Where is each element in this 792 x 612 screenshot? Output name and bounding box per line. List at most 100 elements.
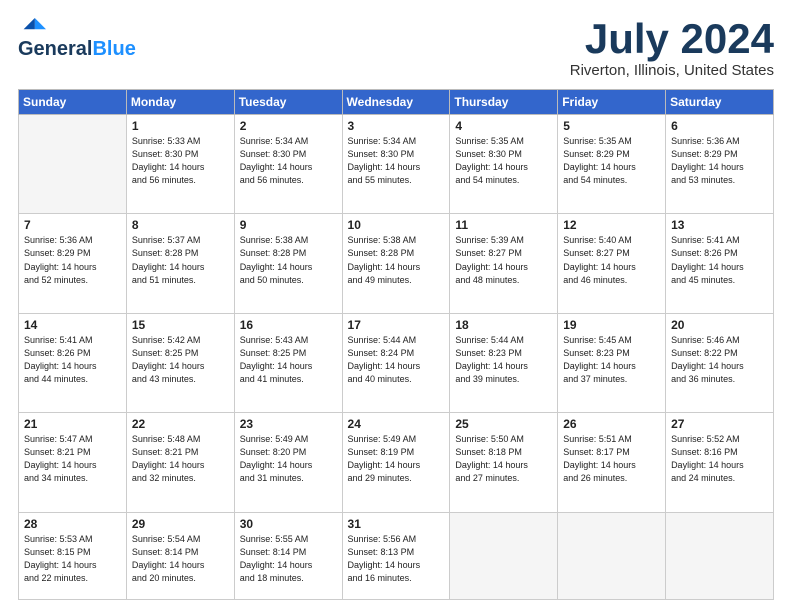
day-cell: 18 Sunrise: 5:44 AM Sunset: 8:23 PM Dayli… [450, 313, 558, 412]
day-info: Sunrise: 5:34 AM Sunset: 8:30 PM Dayligh… [348, 135, 445, 187]
day-cell [19, 115, 127, 214]
day-cell: 16 Sunrise: 5:43 AM Sunset: 8:25 PM Dayli… [234, 313, 342, 412]
day-info: Sunrise: 5:41 AM Sunset: 8:26 PM Dayligh… [24, 334, 121, 386]
day-number: 18 [455, 318, 552, 332]
day-number: 12 [563, 218, 660, 232]
day-info: Sunrise: 5:46 AM Sunset: 8:22 PM Dayligh… [671, 334, 768, 386]
day-number: 20 [671, 318, 768, 332]
week-row: 1 Sunrise: 5:33 AM Sunset: 8:30 PM Daylig… [19, 115, 774, 214]
day-number: 24 [348, 417, 445, 431]
day-header: Wednesday [342, 90, 450, 115]
day-info: Sunrise: 5:52 AM Sunset: 8:16 PM Dayligh… [671, 433, 768, 485]
day-cell: 6 Sunrise: 5:36 AM Sunset: 8:29 PM Daylig… [666, 115, 774, 214]
day-cell [450, 512, 558, 599]
day-number: 5 [563, 119, 660, 133]
day-info: Sunrise: 5:51 AM Sunset: 8:17 PM Dayligh… [563, 433, 660, 485]
day-cell: 22 Sunrise: 5:48 AM Sunset: 8:21 PM Dayli… [126, 413, 234, 512]
day-info: Sunrise: 5:34 AM Sunset: 8:30 PM Dayligh… [240, 135, 337, 187]
day-number: 30 [240, 517, 337, 531]
day-info: Sunrise: 5:43 AM Sunset: 8:25 PM Dayligh… [240, 334, 337, 386]
day-info: Sunrise: 5:56 AM Sunset: 8:13 PM Dayligh… [348, 533, 445, 585]
day-number: 15 [132, 318, 229, 332]
day-info: Sunrise: 5:35 AM Sunset: 8:30 PM Dayligh… [455, 135, 552, 187]
day-cell [666, 512, 774, 599]
day-number: 10 [348, 218, 445, 232]
day-info: Sunrise: 5:44 AM Sunset: 8:24 PM Dayligh… [348, 334, 445, 386]
day-header: Friday [558, 90, 666, 115]
day-number: 9 [240, 218, 337, 232]
week-row: 21Sunrise: 5:47 AM Sunset: 8:21 PM Dayli… [19, 413, 774, 512]
day-cell: 13 Sunrise: 5:41 AM Sunset: 8:26 PM Dayli… [666, 214, 774, 313]
day-info: Sunrise: 5:40 AM Sunset: 8:27 PM Dayligh… [563, 234, 660, 286]
day-info: Sunrise: 5:45 AM Sunset: 8:23 PM Dayligh… [563, 334, 660, 386]
day-number: 4 [455, 119, 552, 133]
day-cell: 9Sunrise: 5:38 AM Sunset: 8:28 PM Daylig… [234, 214, 342, 313]
day-info: Sunrise: 5:54 AM Sunset: 8:14 PM Dayligh… [132, 533, 229, 585]
day-info: Sunrise: 5:44 AM Sunset: 8:23 PM Dayligh… [455, 334, 552, 386]
day-header: Monday [126, 90, 234, 115]
day-cell: 5 Sunrise: 5:35 AM Sunset: 8:29 PM Daylig… [558, 115, 666, 214]
day-number: 8 [132, 218, 229, 232]
day-number: 19 [563, 318, 660, 332]
day-cell: 20 Sunrise: 5:46 AM Sunset: 8:22 PM Dayli… [666, 313, 774, 412]
day-number: 27 [671, 417, 768, 431]
title-block: July 2024 Riverton, Illinois, United Sta… [570, 18, 774, 79]
day-cell: 31 Sunrise: 5:56 AM Sunset: 8:13 PM Dayli… [342, 512, 450, 599]
day-cell: 1 Sunrise: 5:33 AM Sunset: 8:30 PM Daylig… [126, 115, 234, 214]
logo: GeneralBlue [18, 18, 136, 60]
day-number: 17 [348, 318, 445, 332]
day-header: Tuesday [234, 90, 342, 115]
day-number: 3 [348, 119, 445, 133]
day-cell: 11Sunrise: 5:39 AM Sunset: 8:27 PM Dayli… [450, 214, 558, 313]
week-row: 14 Sunrise: 5:41 AM Sunset: 8:26 PM Dayli… [19, 313, 774, 412]
day-cell: 30 Sunrise: 5:55 AM Sunset: 8:14 PM Dayli… [234, 512, 342, 599]
day-cell: 8Sunrise: 5:37 AM Sunset: 8:28 PM Daylig… [126, 214, 234, 313]
day-info: Sunrise: 5:55 AM Sunset: 8:14 PM Dayligh… [240, 533, 337, 585]
day-info: Sunrise: 5:36 AM Sunset: 8:29 PM Dayligh… [24, 234, 121, 286]
day-cell [558, 512, 666, 599]
day-number: 13 [671, 218, 768, 232]
logo-name: General [18, 38, 92, 60]
day-number: 1 [132, 119, 229, 133]
day-info: Sunrise: 5:49 AM Sunset: 8:20 PM Dayligh… [240, 433, 337, 485]
day-cell: 3 Sunrise: 5:34 AM Sunset: 8:30 PM Daylig… [342, 115, 450, 214]
day-number: 31 [348, 517, 445, 531]
day-number: 2 [240, 119, 337, 133]
day-info: Sunrise: 5:36 AM Sunset: 8:29 PM Dayligh… [671, 135, 768, 187]
day-cell: 15 Sunrise: 5:42 AM Sunset: 8:25 PM Dayli… [126, 313, 234, 412]
day-info: Sunrise: 5:33 AM Sunset: 8:30 PM Dayligh… [132, 135, 229, 187]
week-row: 7 Sunrise: 5:36 AM Sunset: 8:29 PM Daylig… [19, 214, 774, 313]
day-info: Sunrise: 5:49 AM Sunset: 8:19 PM Dayligh… [348, 433, 445, 485]
header: GeneralBlue July 2024 Riverton, Illinois… [18, 18, 774, 79]
day-number: 25 [455, 417, 552, 431]
day-header: Thursday [450, 90, 558, 115]
day-cell: 19 Sunrise: 5:45 AM Sunset: 8:23 PM Dayli… [558, 313, 666, 412]
day-cell: 21Sunrise: 5:47 AM Sunset: 8:21 PM Dayli… [19, 413, 127, 512]
day-number: 28 [24, 517, 121, 531]
day-cell: 7 Sunrise: 5:36 AM Sunset: 8:29 PM Daylig… [19, 214, 127, 313]
day-cell: 23 Sunrise: 5:49 AM Sunset: 8:20 PM Dayli… [234, 413, 342, 512]
day-number: 22 [132, 417, 229, 431]
logo-icon [18, 18, 46, 36]
day-info: Sunrise: 5:48 AM Sunset: 8:21 PM Dayligh… [132, 433, 229, 485]
day-number: 11 [455, 218, 552, 232]
day-info: Sunrise: 5:41 AM Sunset: 8:26 PM Dayligh… [671, 234, 768, 286]
day-cell: 10Sunrise: 5:38 AM Sunset: 8:28 PM Dayli… [342, 214, 450, 313]
day-info: Sunrise: 5:35 AM Sunset: 8:29 PM Dayligh… [563, 135, 660, 187]
subtitle: Riverton, Illinois, United States [570, 62, 774, 79]
day-number: 6 [671, 119, 768, 133]
day-cell: 12 Sunrise: 5:40 AM Sunset: 8:27 PM Dayli… [558, 214, 666, 313]
day-number: 26 [563, 417, 660, 431]
day-info: Sunrise: 5:42 AM Sunset: 8:25 PM Dayligh… [132, 334, 229, 386]
day-number: 23 [240, 417, 337, 431]
day-cell: 2 Sunrise: 5:34 AM Sunset: 8:30 PM Daylig… [234, 115, 342, 214]
day-info: Sunrise: 5:50 AM Sunset: 8:18 PM Dayligh… [455, 433, 552, 485]
logo-name2: Blue [92, 38, 135, 60]
page: GeneralBlue July 2024 Riverton, Illinois… [0, 0, 792, 612]
day-number: 16 [240, 318, 337, 332]
day-number: 29 [132, 517, 229, 531]
day-cell: 25 Sunrise: 5:50 AM Sunset: 8:18 PM Dayli… [450, 413, 558, 512]
day-number: 14 [24, 318, 121, 332]
day-cell: 27 Sunrise: 5:52 AM Sunset: 8:16 PM Dayli… [666, 413, 774, 512]
day-number: 7 [24, 218, 121, 232]
